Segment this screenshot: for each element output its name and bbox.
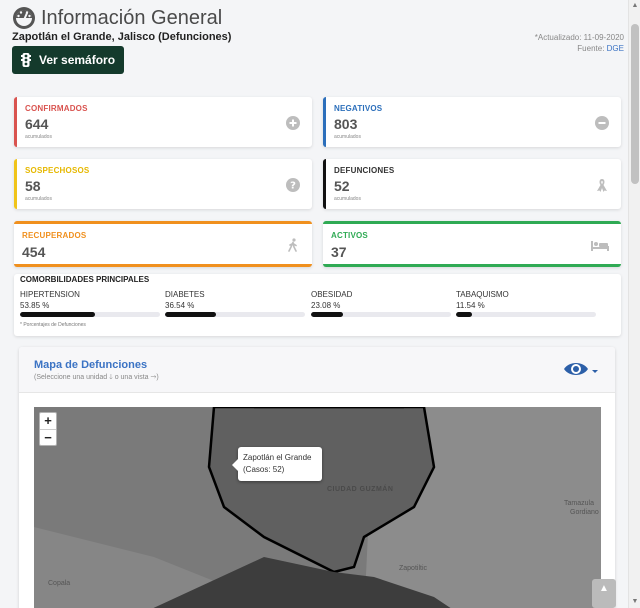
card-recuperados: RECUPERADOS 454 xyxy=(14,221,312,267)
page-title: Información General xyxy=(12,6,624,30)
card-confirmados: CONFIRMADOS 644 acumulados xyxy=(14,97,312,147)
scroll-down-icon[interactable]: ▼ xyxy=(631,598,639,606)
card-sub: acumulados xyxy=(334,134,361,140)
tooltip-name: Zapotlán el Grande xyxy=(243,453,312,462)
comorbilidades-panel: COMORBILIDADES PRINCIPALES HIPERTENSION … xyxy=(14,274,621,336)
updated-date: *Actualizado: 11-09-2020 xyxy=(534,33,624,42)
svg-text:?: ? xyxy=(290,181,296,192)
card-sub: acumulados xyxy=(25,134,52,140)
card-value: 52 xyxy=(334,178,350,194)
card-value: 644 xyxy=(25,116,49,132)
page-subtitle: Zapotlán el Grande, Jalisco (Defunciones… xyxy=(12,31,232,43)
map-label-ciudad: CIUDAD GUZMÁN xyxy=(327,486,394,493)
ribbon-icon xyxy=(597,179,607,192)
header: Información General Zapotlán el Grande, … xyxy=(12,6,624,76)
comorbilidad-item: HIPERTENSION 53.85 % xyxy=(20,290,160,317)
card-sub: acumulados xyxy=(334,196,361,202)
update-info: *Actualizado: 11-09-2020 Fuente: DGE xyxy=(535,32,624,54)
comorbilidad-bar xyxy=(311,312,451,317)
card-label: CONFIRMADOS xyxy=(25,104,88,113)
comorbilidad-percent: 36.54 % xyxy=(165,301,195,310)
comorbilidad-bar-fill xyxy=(311,312,344,317)
eye-dropdown-icon[interactable] xyxy=(563,359,599,379)
comorbilidad-name: OBESIDAD xyxy=(311,290,353,299)
map-title: Mapa de Defunciones xyxy=(34,359,148,371)
plus-circle-icon xyxy=(286,116,300,130)
page-title-text: Información General xyxy=(41,6,223,29)
card-label: NEGATIVOS xyxy=(334,104,383,113)
comorbilidad-name: HIPERTENSION xyxy=(20,290,80,299)
zoom-in-button[interactable]: + xyxy=(40,413,56,429)
card-value: 454 xyxy=(22,244,46,260)
comorbilidad-bar-fill xyxy=(456,312,473,317)
ver-semaforo-button[interactable]: Ver semáforo xyxy=(12,46,124,74)
card-activos: ACTIVOS 37 xyxy=(323,221,621,267)
minus-circle-icon xyxy=(595,116,609,130)
map-header: Mapa de Defunciones (Seleccione una unid… xyxy=(19,347,615,393)
page: Información General Zapotlán el Grande, … xyxy=(0,0,628,608)
comorbilidad-name: DIABETES xyxy=(165,290,205,299)
card-sospechosos: SOSPECHOSOS 58 acumulados ? xyxy=(14,159,312,209)
map-label-zapotiltic: Zapotiltic xyxy=(399,565,428,572)
comorbilidad-item: TABAQUISMO 11.54 % xyxy=(456,290,596,317)
card-sub: acumulados xyxy=(25,196,52,202)
scroll-up-icon[interactable]: ▲ xyxy=(631,2,639,10)
walking-person-icon xyxy=(288,238,297,252)
map-card: Mapa de Defunciones (Seleccione una unid… xyxy=(19,347,615,608)
card-label: RECUPERADOS xyxy=(22,231,87,240)
comorbilidad-percent: 23.08 % xyxy=(311,301,341,310)
question-circle-icon: ? xyxy=(286,178,300,192)
source-link[interactable]: DGE xyxy=(607,44,624,53)
comorbilidad-item: OBESIDAD 23.08 % xyxy=(311,290,451,317)
card-defunciones: DEFUNCIONES 52 acumulados xyxy=(323,159,621,209)
map-polygons xyxy=(34,407,601,608)
scrollbar-thumb[interactable] xyxy=(631,24,639,184)
zoom-out-button[interactable]: − xyxy=(40,429,56,445)
comorbilidad-bar xyxy=(20,312,160,317)
tooltip-cases: (Casos: 52) xyxy=(243,465,285,474)
map-canvas[interactable]: CIUDAD GUZMÁN Tamazula Gordiano Zapotilt… xyxy=(34,407,601,608)
map-label-gordiano: Gordiano xyxy=(570,509,599,516)
comorbilidad-percent: 53.85 % xyxy=(20,301,50,310)
comorbilidades-title: COMORBILIDADES PRINCIPALES xyxy=(20,275,150,284)
ver-semaforo-label: Ver semáforo xyxy=(39,53,116,67)
card-label: ACTIVOS xyxy=(331,231,368,240)
source-line: Fuente: DGE xyxy=(535,43,624,54)
comorbilidad-percent: 11.54 % xyxy=(456,301,485,310)
comorbilidad-bar xyxy=(456,312,596,317)
map-label-copala: Copala xyxy=(48,580,71,587)
bed-icon xyxy=(591,241,609,251)
chevron-up-icon: ▲ xyxy=(599,583,609,594)
map-label-tamazula: Tamazula xyxy=(564,500,594,507)
source-prefix: Fuente: xyxy=(577,44,605,53)
back-to-top-button[interactable]: ▲ xyxy=(592,579,616,608)
comorbilidad-bar-fill xyxy=(20,312,96,317)
card-value: 37 xyxy=(331,244,347,260)
zoom-control: + − xyxy=(39,412,57,446)
page-scrollbar[interactable]: ▲ ▼ xyxy=(628,0,640,608)
traffic-light-icon xyxy=(21,53,31,67)
card-label: DEFUNCIONES xyxy=(334,166,395,175)
map-tooltip: Zapotlán el Grande (Casos: 52) xyxy=(232,447,322,481)
comorbilidad-item: DIABETES 36.54 % xyxy=(165,290,305,317)
comorbilidad-bar-fill xyxy=(165,312,217,317)
comorbilidad-name: TABAQUISMO xyxy=(456,290,509,299)
card-negativos: NEGATIVOS 803 acumulados xyxy=(323,97,621,147)
card-label: SOSPECHOSOS xyxy=(25,166,90,175)
comorbilidad-bar xyxy=(165,312,305,317)
map-subtitle: (Seleccione una unidad 🡓 o una vista 🡒) xyxy=(34,374,159,381)
tachometer-icon xyxy=(13,7,35,29)
comorbilidades-note: * Porcentajes de Defunciones xyxy=(20,322,86,328)
card-value: 803 xyxy=(334,116,358,132)
card-value: 58 xyxy=(25,178,41,194)
